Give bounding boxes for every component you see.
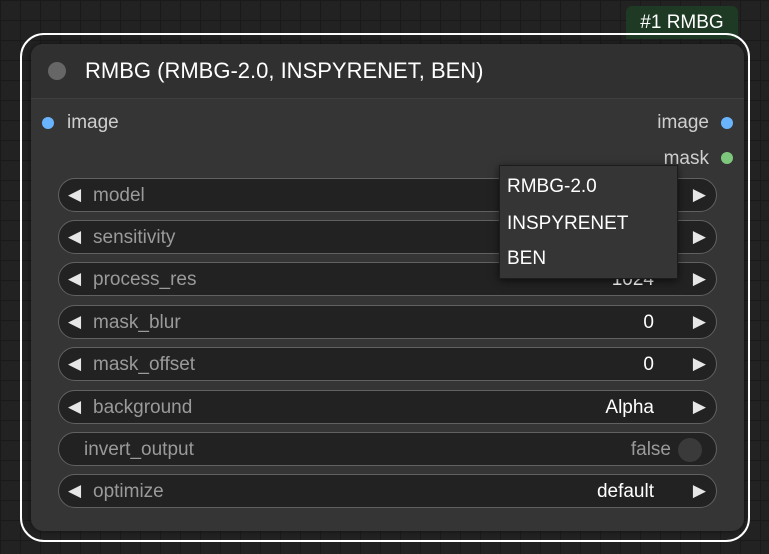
widget-background[interactable]: ◀ background Alpha ▶: [58, 390, 717, 424]
input-image-label: image: [67, 112, 119, 133]
decrement-arrow-icon[interactable]: ◀: [68, 186, 81, 204]
increment-arrow-icon[interactable]: ▶: [693, 270, 706, 288]
widget-value: Alpha: [605, 397, 654, 418]
increment-arrow-icon[interactable]: ▶: [693, 228, 706, 246]
widget-invert-output[interactable]: invert_output false: [58, 432, 717, 466]
widget-label: optimize: [93, 481, 164, 502]
decrement-arrow-icon[interactable]: ◀: [68, 270, 81, 288]
widget-label: mask_offset: [93, 354, 196, 375]
dropdown-option-inspyrenet[interactable]: INSPYRENET: [507, 213, 628, 235]
widget-value: 0: [643, 354, 654, 375]
increment-arrow-icon[interactable]: ▶: [693, 313, 706, 331]
widget-value: 0: [643, 312, 654, 333]
decrement-arrow-icon[interactable]: ◀: [68, 313, 81, 331]
widget-label: process_res: [93, 269, 197, 290]
widget-label: invert_output: [84, 439, 194, 460]
widget-mask-blur[interactable]: ◀ mask_blur 0 ▶: [58, 305, 717, 339]
dropdown-option-ben[interactable]: BEN: [507, 248, 546, 270]
increment-arrow-icon[interactable]: ▶: [693, 355, 706, 373]
model-dropdown-menu: RMBG-2.0 INSPYRENET BEN: [499, 165, 678, 279]
widget-mask-offset[interactable]: ◀ mask_offset 0 ▶: [58, 347, 717, 381]
dropdown-option-rmbg-2[interactable]: RMBG-2.0: [507, 176, 597, 198]
output-mask-dot-icon[interactable]: [721, 152, 733, 164]
node-title: RMBG (RMBG-2.0, INSPYRENET, BEN): [85, 58, 484, 83]
increment-arrow-icon[interactable]: ▶: [693, 482, 706, 500]
widget-optimize[interactable]: ◀ optimize default ▶: [58, 474, 717, 508]
increment-arrow-icon[interactable]: ▶: [693, 186, 706, 204]
decrement-arrow-icon[interactable]: ◀: [68, 355, 81, 373]
increment-arrow-icon[interactable]: ▶: [693, 398, 706, 416]
collapse-dot-icon[interactable]: [48, 62, 66, 80]
output-image-dot-icon[interactable]: [721, 117, 733, 129]
toggle-knob-icon[interactable]: [678, 438, 702, 462]
decrement-arrow-icon[interactable]: ◀: [68, 228, 81, 246]
decrement-arrow-icon[interactable]: ◀: [68, 482, 81, 500]
widget-label: background: [93, 397, 193, 418]
output-image-label: image: [657, 112, 709, 133]
widget-label: mask_blur: [93, 312, 181, 333]
decrement-arrow-icon[interactable]: ◀: [68, 398, 81, 416]
widget-label: sensitivity: [93, 227, 176, 248]
widget-value: default: [596, 481, 654, 502]
input-image-dot-icon[interactable]: [42, 117, 54, 129]
toggle-value: false: [630, 439, 671, 460]
widget-label: model: [93, 185, 145, 206]
